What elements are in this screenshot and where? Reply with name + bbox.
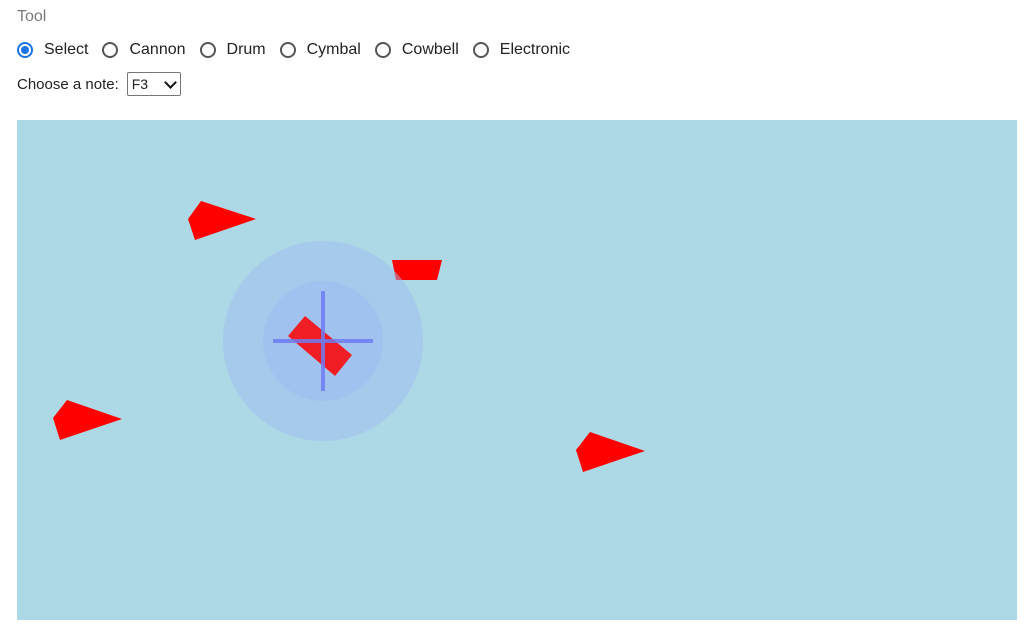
radio-unchecked-icon[interactable] xyxy=(102,42,119,58)
radio-unchecked-icon[interactable] xyxy=(279,42,296,58)
tool-option-label: Drum xyxy=(226,41,266,58)
tool-option-label: Cymbal xyxy=(306,41,361,58)
tool-option-select[interactable]: Select xyxy=(17,41,88,59)
tool-radio-group: Select Cannon Drum Cymbal Cowbell Electr… xyxy=(17,39,584,61)
tool-option-label: Cannon xyxy=(129,41,186,58)
note-select[interactable]: F3 xyxy=(126,72,181,96)
tool-option-label: Electronic xyxy=(499,41,571,58)
canvas-background[interactable] xyxy=(17,120,1017,620)
radio-unchecked-icon[interactable] xyxy=(199,42,216,58)
tool-option-label: Cowbell xyxy=(401,41,459,58)
canvas-svg[interactable] xyxy=(17,120,1017,620)
note-label: Choose a note: xyxy=(17,75,119,93)
chevron-down-icon xyxy=(163,75,177,89)
tool-label: Tool xyxy=(17,8,47,25)
radio-unchecked-icon[interactable] xyxy=(472,42,489,58)
note-select-value: F3 xyxy=(131,76,149,92)
tool-option-electronic[interactable]: Electronic xyxy=(472,41,571,59)
play-canvas[interactable] xyxy=(17,120,1017,620)
tool-option-label: Select xyxy=(44,41,89,58)
tool-option-drum[interactable]: Drum xyxy=(199,41,266,59)
tool-option-cymbal[interactable]: Cymbal xyxy=(279,41,361,59)
radio-checked-icon[interactable] xyxy=(17,42,33,58)
page: Tool Select Cannon Drum Cymbal Cowbell E… xyxy=(0,0,1030,634)
tool-option-cannon[interactable]: Cannon xyxy=(102,41,186,59)
radio-unchecked-icon[interactable] xyxy=(374,42,391,58)
note-row: Choose a note: F3 xyxy=(17,72,181,96)
tool-option-cowbell[interactable]: Cowbell xyxy=(374,41,459,59)
